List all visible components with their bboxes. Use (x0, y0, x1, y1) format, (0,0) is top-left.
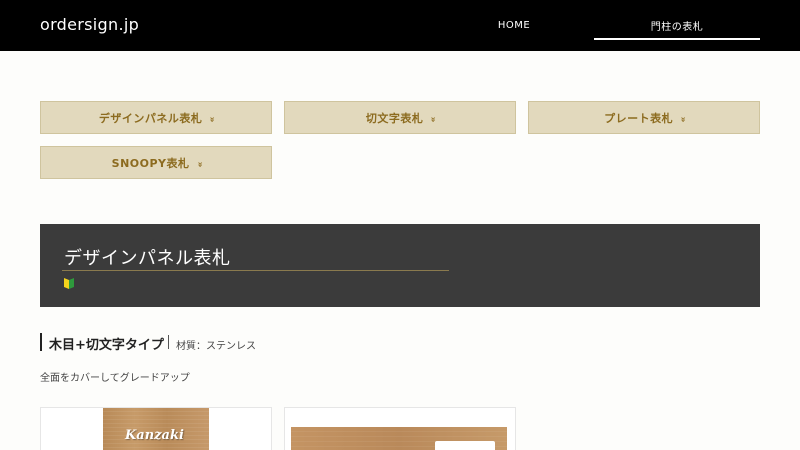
product-image: Kanzaki (103, 408, 209, 450)
chevron-down-icon: » (193, 161, 204, 164)
product-card[interactable] (284, 407, 516, 450)
category-label: 切文字表札 (365, 111, 424, 125)
category-label: SNOOPY表札 (111, 156, 190, 170)
chevron-down-icon: » (677, 116, 688, 119)
section-heading-bar (40, 333, 42, 351)
product-card[interactable]: Kanzaki (40, 407, 272, 450)
category-plate-button[interactable]: プレート表札 » (528, 101, 760, 134)
product-image-plate (435, 441, 495, 450)
site-logo[interactable]: ordersign.jp (40, 15, 139, 34)
sign-name-text: Kanzaki (125, 428, 184, 443)
site-header: ordersign.jp HOME 門柱の表札 (0, 0, 800, 51)
beginner-mark-icon (64, 278, 74, 289)
section-separator (168, 335, 169, 349)
section-description: 全面をカバーしてグレードアップ (40, 373, 190, 384)
category-cut-letter-button[interactable]: 切文字表札 » (284, 101, 516, 134)
section-title: 木目+切文字タイプ (49, 338, 164, 353)
category-label: デザインパネル表札 (98, 111, 203, 125)
section-title-panel: デザインパネル表札 (40, 224, 760, 307)
panel-title: デザインパネル表札 (64, 248, 231, 269)
panel-divider (62, 270, 449, 271)
nav-active-underline (594, 38, 760, 40)
category-snoopy-button[interactable]: SNOOPY表札 » (40, 146, 272, 179)
category-label: プレート表札 (604, 111, 674, 125)
chevron-down-icon: » (427, 116, 438, 119)
nav-gate-nameplate[interactable]: 門柱の表札 (594, 0, 760, 51)
section-material: 材質：ステンレス (176, 341, 256, 352)
chevron-down-icon: » (206, 116, 217, 119)
nav-home[interactable]: HOME (470, 0, 558, 51)
category-design-panel-button[interactable]: デザインパネル表札 » (40, 101, 272, 134)
